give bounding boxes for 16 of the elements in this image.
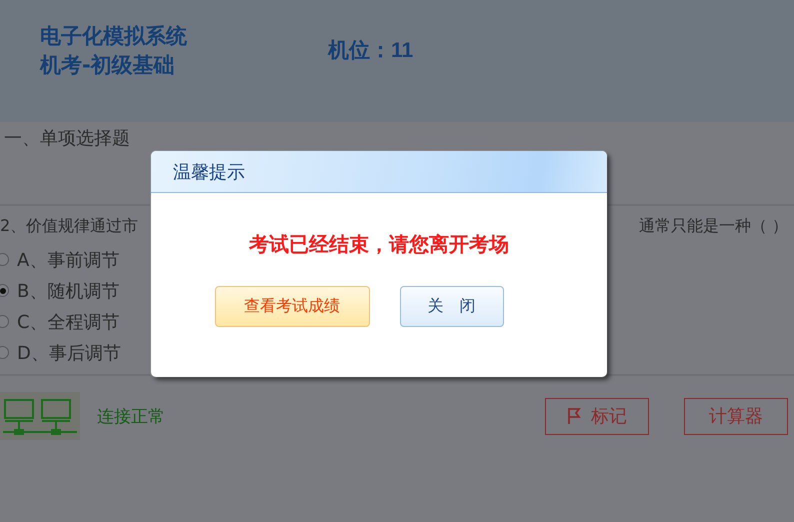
- option-label[interactable]: B、随机调节: [17, 278, 120, 302]
- option-label[interactable]: C、全程调节: [17, 310, 120, 334]
- dialog-title: 温馨提示: [173, 160, 245, 184]
- seat-number: 机位：11: [328, 38, 414, 64]
- option-label[interactable]: A、事前调节: [17, 248, 120, 272]
- view-score-button[interactable]: 查看考试成绩: [214, 286, 370, 327]
- dialog-message: 考试已经结束，请您离开考场: [248, 231, 510, 258]
- system-title: 机考-初级基础: [40, 52, 176, 79]
- option-label[interactable]: D、事后调节: [17, 340, 121, 364]
- question-text: 2、价值规律通过市: [0, 216, 138, 237]
- network-icon: [0, 392, 80, 440]
- close-button[interactable]: 关 闭: [400, 286, 504, 327]
- connection-status: 连接正常: [97, 406, 166, 428]
- question-text: 通常只能是一种（ ）: [638, 216, 788, 237]
- section-title: 一、单项选择题: [4, 127, 130, 150]
- system-title: 电子化模拟系统: [40, 23, 188, 50]
